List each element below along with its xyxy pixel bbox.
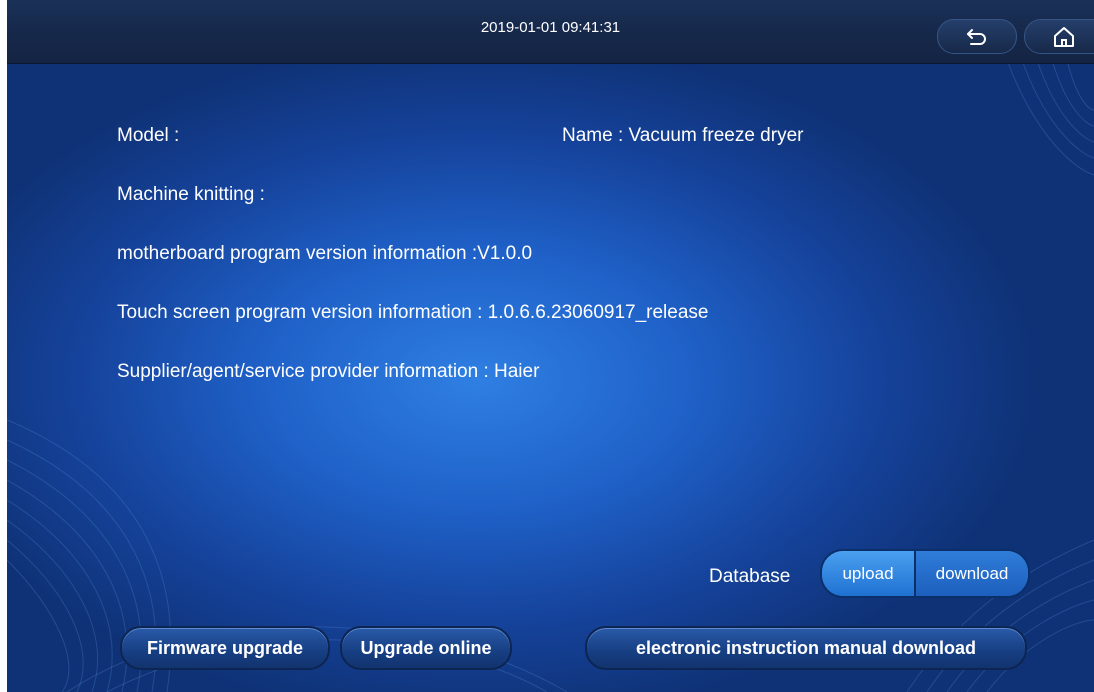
status-bar: 2019-01-01 09:41:31 (7, 0, 1094, 64)
home-icon (1054, 26, 1074, 47)
touchscreen-version: Touch screen program version information… (117, 302, 709, 323)
back-button[interactable] (937, 19, 1017, 54)
back-arrow-icon (967, 28, 986, 45)
device-name: Name : Vacuum freeze dryer (562, 125, 804, 146)
upgrade-online-button[interactable]: Upgrade online (340, 626, 512, 670)
manual-download-button[interactable]: electronic instruction manual download (585, 626, 1027, 670)
home-button[interactable] (1024, 19, 1094, 54)
model-label: Model : (117, 125, 180, 146)
machine-knitting-label: Machine knitting : (117, 184, 265, 205)
database-toggle: upload download (820, 549, 1030, 598)
motherboard-version: motherboard program version information … (117, 243, 533, 264)
datetime-display: 2019-01-01 09:41:31 (480, 19, 621, 36)
supplier-info: Supplier/agent/service provider informat… (117, 361, 540, 382)
download-button[interactable]: download (916, 551, 1028, 596)
about-screen: 2019-01-01 09:41:31 Model : Name : Vacuu… (7, 0, 1094, 692)
firmware-upgrade-button[interactable]: Firmware upgrade (120, 626, 330, 670)
database-label: Database (709, 566, 791, 587)
upload-button[interactable]: upload (822, 551, 916, 596)
